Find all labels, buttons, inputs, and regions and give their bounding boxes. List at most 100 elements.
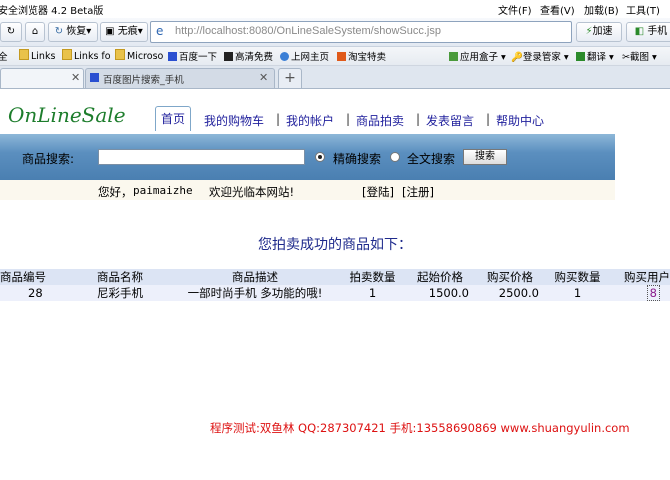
bookmark-label: 高清免费 xyxy=(235,52,274,63)
cell-id: 28 xyxy=(0,285,70,301)
column-header: 购买价格 xyxy=(475,269,545,285)
bookmark-links-fo[interactable]: Links fo xyxy=(62,49,111,62)
nav-message[interactable]: 发表留言 xyxy=(426,112,474,129)
bookmark-label: Links xyxy=(31,51,56,62)
new-tab-button[interactable]: + xyxy=(278,68,302,88)
radio-exact[interactable] xyxy=(315,152,325,162)
close-tab-icon[interactable]: ✕ xyxy=(71,71,80,84)
bookmark-homepage[interactable]: 上网主页 xyxy=(280,49,329,63)
app-box-button[interactable]: 应用盒子 ▾ xyxy=(449,49,506,63)
tab-baidu-images[interactable]: 百度图片搜索_手机 ✕ xyxy=(85,68,275,88)
close-tab-icon[interactable]: ✕ xyxy=(259,71,268,84)
footer-credit: 程序测试:双鱼林 QQ:287307421 手机:13558690869 www… xyxy=(210,421,630,435)
lightning-icon: ⚡ xyxy=(585,26,593,37)
plus-icon: + xyxy=(284,70,296,86)
nav-account[interactable]: 我的帐户 xyxy=(286,112,334,129)
login-link[interactable]: [登陆] xyxy=(362,184,394,200)
folder-icon xyxy=(115,49,125,60)
column-header: 起始价格 xyxy=(405,269,475,285)
window-title: 安全浏览器 4.2 Beta版 xyxy=(0,6,104,17)
globe-icon xyxy=(280,52,289,61)
chevron-down-icon: ▾ xyxy=(137,26,143,37)
column-header: 商品名称 xyxy=(70,269,170,285)
baidu-icon xyxy=(90,73,99,82)
tab-title: 百度图片搜索_手机 xyxy=(103,75,184,86)
mobile-button[interactable]: ◧ 手机 xyxy=(626,22,670,42)
tool-label: 应用盒子 xyxy=(460,52,499,63)
column-header: 拍卖数量 xyxy=(340,269,405,285)
bookmark-all[interactable]: 全 xyxy=(0,49,8,63)
home-button[interactable]: ⌂ xyxy=(25,22,45,42)
nav-cart[interactable]: 我的购物车 xyxy=(204,112,264,129)
result-table: 商品编号 商品名称 商品描述 拍卖数量 起始价格 购买价格 购买数量 购买用户 … xyxy=(0,269,670,301)
address-bar[interactable]: e http://localhost:8080/OnLineSaleSystem… xyxy=(150,21,572,43)
radio-exact-label: 精确搜索 xyxy=(333,152,382,166)
restore-button[interactable]: ↻ 恢复▾ xyxy=(48,22,98,42)
table-header-row: 商品编号 商品名称 商品描述 拍卖数量 起始价格 购买价格 购买数量 购买用户 xyxy=(0,269,670,285)
bookmark-label: Microso xyxy=(127,51,164,62)
bookmarks-bar: 全 Links Links fo Microso 百度一下 高清免费 上网主页 … xyxy=(0,47,670,66)
search-input[interactable] xyxy=(98,149,305,165)
login-manager-button[interactable]: 🔑登录管家 ▾ xyxy=(511,49,569,63)
tool-label: 翻译 xyxy=(587,52,607,63)
welcome-message: 欢迎光临本网站! xyxy=(209,185,295,199)
restore-icon: ↻ xyxy=(54,26,64,37)
nav-separator: | xyxy=(416,112,421,126)
screenshot-button[interactable]: ✂截图 ▾ xyxy=(622,49,657,63)
translate-icon xyxy=(576,52,585,61)
radio-full-label: 全文搜索 xyxy=(407,152,456,166)
cell-buy-price: 2500.0 xyxy=(475,285,545,301)
menu-load[interactable]: 加载(B) xyxy=(584,2,619,17)
tool-label: 截图 xyxy=(629,52,649,63)
column-header: 购买用户 xyxy=(610,269,670,285)
buyer-link[interactable]: 8 xyxy=(646,285,660,301)
nav-separator: | xyxy=(276,112,281,126)
radio-full[interactable] xyxy=(390,152,400,162)
scissors-icon: ✂ xyxy=(622,52,630,63)
incognito-label: 无痕 xyxy=(117,26,138,37)
tab-bar: ✕ 百度图片搜索_手机 ✕ + xyxy=(0,66,670,89)
cell-buy-qty: 1 xyxy=(545,285,610,301)
nav-help[interactable]: 帮助中心 xyxy=(496,112,544,129)
cell-buyer: 8 xyxy=(610,285,670,301)
bookmark-label: 淘宝特卖 xyxy=(348,52,387,63)
nav-separator: | xyxy=(346,112,351,126)
address-url: http://localhost:8080/OnLineSaleSystem/s… xyxy=(175,25,441,37)
column-header: 购买数量 xyxy=(545,269,610,285)
mobile-label: 手机 xyxy=(647,26,668,37)
incognito-button[interactable]: ▣ 无痕▾ xyxy=(100,22,148,42)
search-label: 商品搜索: xyxy=(22,152,75,166)
chevron-down-icon: ▾ xyxy=(86,26,92,37)
nav-separator: | xyxy=(486,112,491,126)
translate-button[interactable]: 翻译 ▾ xyxy=(576,49,614,63)
table-row: 28 尼彩手机 一部时尚手机 多功能的哦! 1 1500.0 2500.0 1 … xyxy=(0,285,670,301)
nav-home[interactable]: 首页 xyxy=(155,106,191,131)
cell-start-price: 1500.0 xyxy=(405,285,475,301)
bookmark-links[interactable]: Links xyxy=(19,49,55,62)
key-icon: 🔑 xyxy=(511,52,523,63)
nav-auction[interactable]: 商品拍卖 xyxy=(356,112,404,129)
bookmark-taobao[interactable]: 淘宝特卖 xyxy=(337,49,386,63)
menu-view[interactable]: 查看(V) xyxy=(540,2,575,17)
folder-icon xyxy=(19,49,29,60)
menu-file[interactable]: 文件(F) xyxy=(498,2,532,17)
register-link[interactable]: [注册] xyxy=(402,184,434,200)
folder-icon xyxy=(62,49,72,60)
tab-current[interactable]: ✕ xyxy=(0,68,84,88)
menu-tools[interactable]: 工具(T) xyxy=(626,2,660,17)
app-box-icon xyxy=(449,52,458,61)
accelerate-button[interactable]: ⚡加速 xyxy=(576,22,622,42)
bookmark-hd[interactable]: 高清免费 xyxy=(224,49,273,63)
greeting: 您好， xyxy=(98,185,133,199)
search-button[interactable]: 搜索 xyxy=(463,149,507,165)
refresh-button[interactable]: ↻ xyxy=(0,22,22,42)
bookmark-microso[interactable]: Microso xyxy=(115,49,163,62)
accelerate-label: 加速 xyxy=(592,26,613,37)
column-header: 商品编号 xyxy=(0,269,70,285)
home-icon: ⌂ xyxy=(31,26,39,37)
bookmark-baidu[interactable]: 百度一下 xyxy=(168,49,217,63)
site-logo[interactable]: OnLineSale xyxy=(8,103,126,127)
bookmark-label: Links fo xyxy=(74,51,111,62)
bookmark-label: 上网主页 xyxy=(291,52,330,63)
tool-label: 登录管家 xyxy=(522,52,561,63)
